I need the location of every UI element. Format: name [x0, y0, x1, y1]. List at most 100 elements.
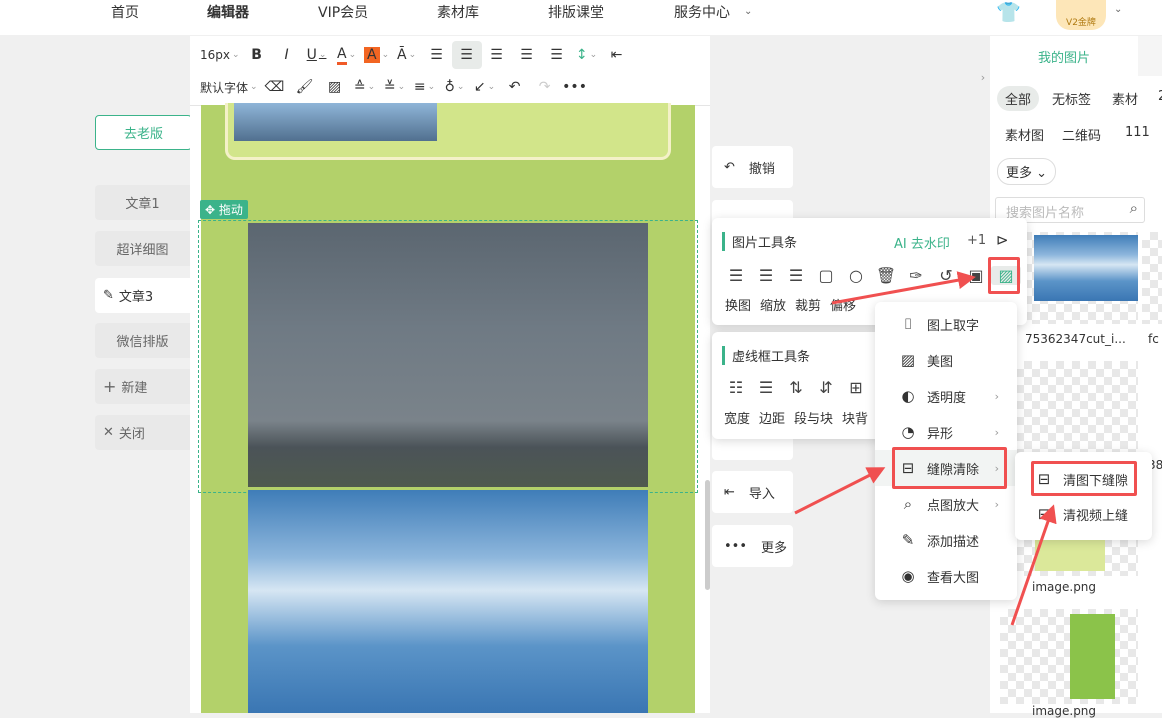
import-button[interactable]: ⇤ 导入 — [712, 471, 793, 513]
block-bg-button[interactable]: 块背 — [842, 408, 868, 427]
context-menu-item[interactable]: ⌕ 点图放大 › — [875, 486, 1017, 522]
article-item[interactable]: 超详细图 — [95, 231, 190, 266]
old-version-button[interactable]: 去老版 — [95, 115, 192, 150]
tab-my-images[interactable]: 我的图片 — [990, 36, 1138, 76]
font-size-select[interactable]: 16px ⌄ — [198, 41, 242, 69]
tshirt-icon[interactable]: 👕 — [996, 0, 1021, 24]
chevron-down-icon[interactable]: ⌄ — [1114, 4, 1122, 15]
undo-button[interactable]: ↶ 撤销 — [712, 146, 793, 188]
bulb-icon[interactable]: ♁ ⌄ — [440, 73, 470, 101]
align-right-icon[interactable]: ☰ — [781, 266, 811, 285]
nav-materials[interactable]: 素材库 — [437, 2, 479, 22]
align-center-icon[interactable]: ☰ — [751, 266, 781, 285]
trash-icon[interactable]: 🗑 — [871, 266, 901, 285]
clear-video-top-gap[interactable]: ⊟ 清视频上缝 — [1015, 496, 1152, 532]
rotate-icon[interactable]: ↺ — [931, 266, 961, 285]
nav-home[interactable]: 首页 — [111, 2, 139, 22]
image-thumb[interactable] — [1000, 361, 1138, 456]
nav-editor[interactable]: 编辑器 — [207, 2, 249, 22]
bold-icon[interactable]: B — [242, 41, 272, 69]
article-item[interactable]: 文章1 — [95, 185, 190, 220]
crop-button[interactable]: 裁剪 — [795, 295, 821, 314]
chevron-down-icon[interactable]: ⌄ — [744, 6, 752, 17]
context-menu-item[interactable]: ⌷ 图上取字 — [875, 306, 1017, 342]
paragraph-block-button[interactable]: 段与块 — [794, 408, 833, 427]
ai-watermark-button[interactable]: AI 去水印 — [894, 233, 950, 252]
tag[interactable]: 二维码 — [1062, 125, 1101, 144]
letter-spacing-icon[interactable]: Ā ⌄ — [392, 41, 422, 69]
font-family-select[interactable]: 默认字体 ⌄ — [198, 73, 260, 101]
redo-icon[interactable]: ↷ — [530, 73, 560, 101]
context-menu-item[interactable]: ▨ 美图 — [875, 342, 1017, 378]
play-icon[interactable]: ⊳ — [996, 231, 1009, 249]
paragraph-spacing-icon[interactable]: ≡ ⌄ — [410, 73, 440, 101]
block-bg-icon[interactable]: ⊞ — [841, 378, 871, 397]
replace-image-button[interactable]: 换图 — [725, 295, 751, 314]
more-button[interactable]: ••• 更多 — [712, 525, 793, 567]
line-height-icon[interactable]: ↕ ⌄ — [572, 41, 602, 69]
highlight-box — [892, 447, 1007, 489]
eraser-icon[interactable]: ⌫ — [260, 73, 290, 101]
selected-image[interactable] — [248, 223, 648, 487]
border-icon[interactable]: ▣ — [961, 266, 991, 285]
nav-service[interactable]: 服务中心 — [674, 2, 730, 22]
tag[interactable]: 素材图 — [1005, 125, 1044, 144]
sort-icon[interactable]: ⇵ — [811, 378, 841, 397]
space-after-icon[interactable]: ≚ ⌄ — [380, 73, 410, 101]
image-thumb[interactable] — [1142, 232, 1162, 324]
align-center-icon[interactable]: ☰ — [451, 41, 482, 69]
describe-icon: ✎ — [901, 531, 915, 549]
rounded-square-icon[interactable]: ▢ — [811, 266, 841, 285]
align-left-icon[interactable]: ☰ — [422, 41, 452, 69]
drag-handle[interactable]: ✥ 拖动 — [200, 200, 248, 219]
tag[interactable]: 无标签 — [1052, 89, 1091, 108]
nav-vip[interactable]: VIP会员 — [318, 2, 368, 22]
italic-icon[interactable]: I — [272, 41, 302, 69]
image-icon[interactable]: ▨ — [320, 73, 350, 101]
justify-icon[interactable]: ☰ — [512, 41, 542, 69]
scrollbar[interactable] — [705, 480, 710, 590]
paragraph-block-icon[interactable]: ⇅ — [781, 378, 811, 397]
align-left-icon[interactable]: ☰ — [721, 266, 751, 285]
exit-icon[interactable]: ⇤ — [602, 41, 632, 69]
context-menu-item[interactable]: ✎ 添加描述 — [875, 522, 1017, 558]
font-color-icon[interactable]: A ⌄ — [332, 41, 362, 69]
new-article-button[interactable]: + 新建 — [95, 369, 190, 404]
arrow-icon[interactable]: ↙ ⌄ — [470, 73, 500, 101]
more-label: 更多 — [1006, 166, 1033, 181]
card-image[interactable] — [234, 103, 437, 141]
image-thumb[interactable] — [1000, 609, 1138, 704]
nav-courses[interactable]: 排版课堂 — [548, 2, 604, 22]
margin-button[interactable]: 边距 — [759, 408, 785, 427]
tag-all[interactable]: 全部 — [997, 86, 1040, 111]
underline-icon[interactable]: U ⌄ — [302, 41, 332, 69]
wind-turbine-image[interactable] — [248, 490, 648, 713]
undo-icon[interactable]: ↶ — [500, 73, 530, 101]
eyedropper-icon[interactable]: ✑ — [901, 266, 931, 285]
tab-other[interactable] — [1138, 36, 1162, 76]
width-button[interactable]: 宽度 — [724, 408, 750, 427]
more-tags-button[interactable]: 更多 ⌄ — [997, 158, 1057, 185]
search-icon[interactable]: ⌕ — [1130, 199, 1138, 217]
background-color-icon[interactable]: A ⌄ — [362, 41, 392, 69]
offset-button[interactable]: 偏移 — [830, 295, 856, 314]
circle-icon[interactable]: ○ — [841, 266, 871, 285]
scale-button[interactable]: 缩放 — [760, 295, 786, 314]
article-item[interactable]: 微信排版 — [95, 323, 190, 358]
margin-icon[interactable]: ☰ — [751, 378, 781, 397]
tag[interactable]: 素材 — [1112, 89, 1138, 108]
avatar[interactable]: V2金牌 — [1056, 0, 1106, 30]
format-brush-icon[interactable]: 🖌 — [290, 73, 320, 101]
more-icon[interactable]: ••• — [560, 73, 590, 101]
article-item-active[interactable]: ✎ 文章3 — [95, 278, 190, 313]
space-before-icon[interactable]: ≙ ⌄ — [350, 73, 380, 101]
close-button[interactable]: ✕ 关闭 — [95, 415, 190, 450]
tag[interactable]: 2 — [1158, 89, 1162, 104]
tag[interactable]: 111 — [1125, 125, 1150, 140]
width-icon[interactable]: ☷ — [721, 378, 751, 397]
context-menu-item[interactable]: ◔ 异形 › — [875, 414, 1017, 450]
indent-icon[interactable]: ☰ — [542, 41, 572, 69]
context-menu-item[interactable]: ◐ 透明度 › — [875, 378, 1017, 414]
align-right-icon[interactable]: ☰ — [482, 41, 512, 69]
context-menu-item[interactable]: ◉ 查看大图 — [875, 558, 1017, 594]
